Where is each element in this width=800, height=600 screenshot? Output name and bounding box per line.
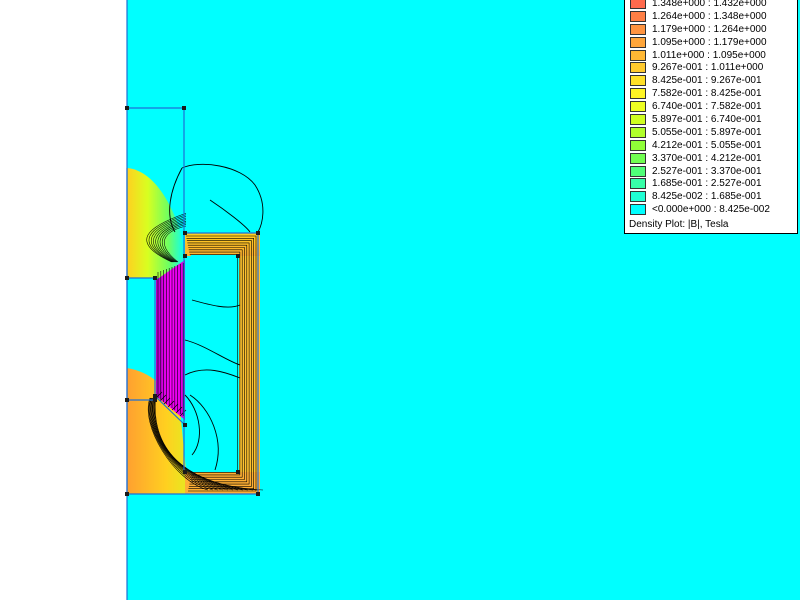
legend-row: 4.212e-001 : 5.055e-001	[625, 139, 797, 152]
legend-swatch	[630, 152, 646, 164]
legend-swatch	[630, 62, 646, 74]
legend-swatch	[630, 23, 646, 35]
density-legend: 1.348e+000 : 1.432e+000 1.264e+000 : 1.34…	[624, 0, 798, 235]
legend-label: 1.264e+000 : 1.348e+000	[652, 10, 767, 22]
legend-swatch	[630, 165, 646, 177]
legend-swatch	[630, 75, 646, 87]
legend-swatch	[630, 191, 646, 203]
legend-label: 5.897e-001 : 6.740e-001	[652, 113, 762, 125]
node-marker	[153, 276, 157, 280]
node-marker	[256, 492, 260, 496]
node-marker	[125, 398, 129, 402]
legend-label: 1.179e+000 : 1.264e+000	[652, 23, 767, 35]
legend-swatch	[630, 36, 646, 48]
legend-row: 6.740e-001 : 7.582e-001	[625, 100, 797, 113]
legend-swatch	[630, 113, 646, 125]
legend-label: 8.425e-001 : 9.267e-001	[652, 75, 762, 87]
legend-label: 1.348e+000 : 1.432e+000	[652, 0, 767, 9]
legend-row: 7.582e-001 : 8.425e-001	[625, 87, 797, 100]
node-marker	[125, 492, 129, 496]
node-marker	[153, 398, 157, 402]
legend-row: 1.348e+000 : 1.432e+000	[625, 0, 797, 10]
legend-swatch	[630, 178, 646, 190]
legend-caption: Density Plot: |B|, Tesla	[629, 219, 729, 231]
legend-row: <0.000e+000 : 8.425e-002	[625, 203, 797, 216]
legend-label: 6.740e-001 : 7.582e-001	[652, 101, 762, 113]
legend-label: 1.685e-001 : 2.527e-001	[652, 178, 762, 190]
legend-label: 2.527e-001 : 3.370e-001	[652, 165, 762, 177]
node-marker	[125, 106, 129, 110]
legend-row: 1.179e+000 : 1.264e+000	[625, 23, 797, 36]
legend-label: 4.212e-001 : 5.055e-001	[652, 139, 762, 151]
legend-label: 9.267e-001 : 1.011e+000	[652, 62, 764, 74]
node-marker	[236, 254, 240, 258]
node-marker	[183, 423, 187, 427]
node-marker	[183, 231, 187, 235]
legend-row: 8.425e-001 : 9.267e-001	[625, 74, 797, 87]
left-margin	[0, 0, 127, 600]
node-marker	[125, 276, 129, 280]
legend-row: 1.685e-001 : 2.527e-001	[625, 177, 797, 190]
legend-row: 8.425e-002 : 1.685e-001	[625, 190, 797, 203]
legend-row: 9.267e-001 : 1.011e+000	[625, 61, 797, 74]
legend-swatch	[630, 101, 646, 113]
node-marker	[183, 470, 187, 474]
legend-swatch	[630, 0, 646, 9]
legend-swatch	[630, 49, 646, 61]
legend-label: 5.055e-001 : 5.897e-001	[652, 126, 762, 138]
legend-row: 5.897e-001 : 6.740e-001	[625, 113, 797, 126]
legend-label: <0.000e+000 : 8.425e-002	[652, 204, 770, 216]
legend-swatch	[630, 139, 646, 151]
legend-row: 5.055e-001 : 5.897e-001	[625, 126, 797, 139]
legend-label: 1.011e+000 : 1.095e+000	[652, 49, 766, 61]
node-marker	[183, 254, 187, 258]
legend-row: 3.370e-001 : 4.212e-001	[625, 152, 797, 165]
legend-swatch	[630, 204, 646, 216]
legend-rows: 1.348e+000 : 1.432e+000 1.264e+000 : 1.34…	[625, 0, 797, 216]
legend-swatch	[630, 88, 646, 100]
yoke-top-region	[185, 233, 260, 256]
legend-label: 7.582e-001 : 8.425e-001	[652, 88, 762, 100]
node-marker	[236, 470, 240, 474]
legend-label: 8.425e-002 : 1.685e-001	[652, 191, 762, 203]
legend-row: 2.527e-001 : 3.370e-001	[625, 165, 797, 178]
legend-label: 3.370e-001 : 4.212e-001	[652, 152, 762, 164]
coil-window	[191, 255, 239, 472]
legend-row: 1.264e+000 : 1.348e+000	[625, 10, 797, 23]
node-marker	[256, 231, 260, 235]
legend-swatch	[630, 10, 646, 22]
legend-row: 1.011e+000 : 1.095e+000	[625, 49, 797, 62]
legend-swatch	[630, 126, 646, 138]
legend-row: 1.095e+000 : 1.179e+000	[625, 36, 797, 49]
legend-label: 1.095e+000 : 1.179e+000	[652, 36, 767, 48]
node-marker	[182, 106, 186, 110]
node-marker	[153, 394, 157, 398]
